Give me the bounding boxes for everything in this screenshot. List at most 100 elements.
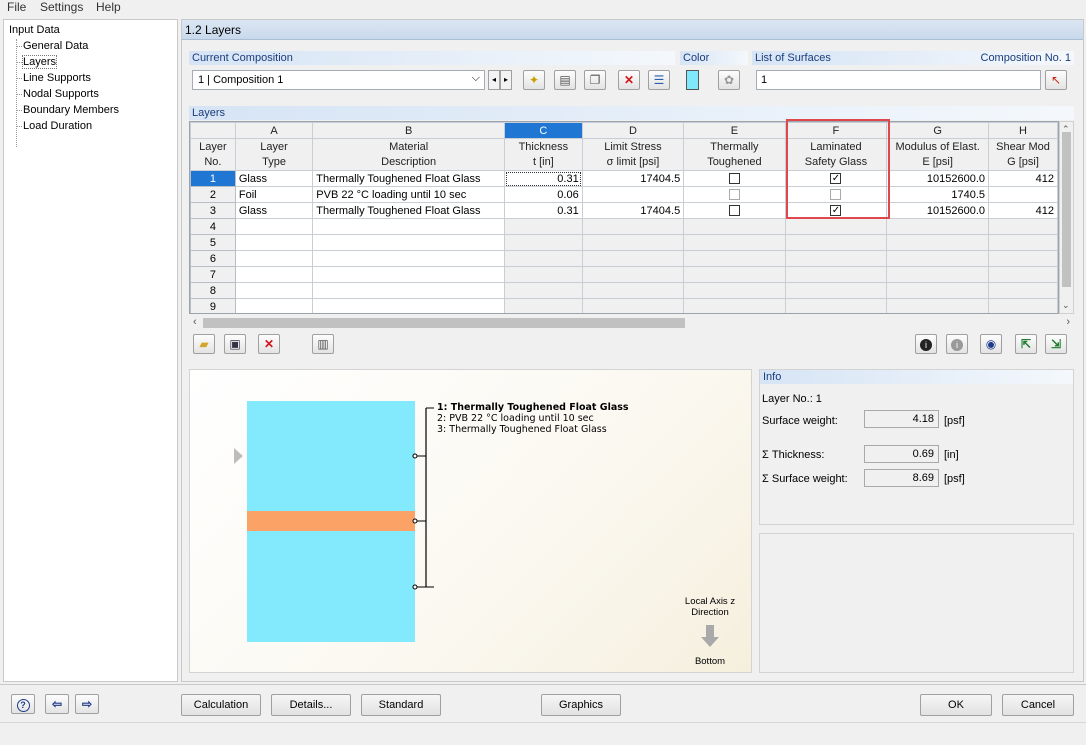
empty-cell[interactable] (784, 298, 888, 313)
scroll-down-icon[interactable]: ⌄ (1062, 300, 1070, 311)
empty-cell[interactable] (504, 218, 583, 235)
empty-cell[interactable] (886, 266, 990, 283)
row-number[interactable]: 3 (190, 202, 236, 219)
row-number[interactable]: 7 (190, 266, 236, 283)
pick-surfaces-button[interactable]: ↖ (1045, 70, 1067, 90)
empty-cell[interactable] (234, 234, 314, 251)
empty-cell[interactable] (886, 282, 990, 299)
ok-button[interactable]: OK (920, 694, 992, 716)
tree-item-load-duration[interactable]: Load Duration (23, 120, 92, 132)
cell-thickness[interactable]: 0.31 (504, 170, 583, 187)
empty-cell[interactable] (504, 266, 583, 283)
tree-item-layers[interactable]: Layers (21, 55, 58, 69)
empty-cell[interactable] (988, 234, 1058, 251)
empty-cell[interactable] (784, 234, 888, 251)
empty-cell[interactable] (581, 250, 685, 267)
scroll-thumb[interactable] (203, 318, 685, 328)
cell-shear-modulus[interactable]: 412 (988, 170, 1058, 187)
back-button[interactable]: ⇦ (45, 694, 69, 714)
previous-composition-button[interactable]: ◂ (488, 70, 500, 90)
row-number[interactable]: 8 (190, 282, 236, 299)
cell-laminated[interactable]: ✓ (784, 202, 888, 219)
empty-cell[interactable] (683, 282, 786, 299)
empty-cell[interactable] (886, 218, 990, 235)
col-letter-g[interactable]: G (886, 122, 990, 139)
table-row[interactable]: 9 (190, 298, 1058, 313)
empty-cell[interactable] (581, 282, 685, 299)
edit-composition-button[interactable]: ▤ (554, 70, 576, 90)
open-library-button[interactable]: ▰ (193, 334, 215, 354)
composition-select[interactable]: 1 | Composition 1 ⌵ (192, 70, 485, 90)
col-letter-a[interactable]: A (234, 122, 314, 139)
horizontal-scrollbar[interactable]: ‹ › (189, 315, 1074, 330)
vertical-scrollbar[interactable]: ⌃ ⌄ (1059, 121, 1074, 314)
surfaces-input[interactable]: 1 (756, 70, 1041, 90)
cell-limit-stress[interactable]: 17404.5 (581, 202, 685, 219)
laminated-checkbox[interactable]: ✓ (830, 173, 842, 185)
row-number[interactable]: 2 (190, 186, 236, 203)
cell-limit-stress[interactable]: 17404.5 (581, 170, 685, 187)
tree-item-nodal-supports[interactable]: Nodal Supports (23, 88, 99, 100)
tree-item-line-supports[interactable]: Line Supports (23, 72, 91, 84)
empty-cell[interactable] (886, 298, 990, 313)
empty-cell[interactable] (234, 218, 314, 235)
empty-cell[interactable] (234, 250, 314, 267)
col-letter-f[interactable]: F (784, 122, 888, 139)
copy-composition-button[interactable]: ❐ (584, 70, 606, 90)
empty-cell[interactable] (312, 234, 505, 251)
composition-list-button[interactable]: ☰ (648, 70, 670, 90)
standard-button[interactable]: Standard (361, 694, 441, 716)
col-letter-e[interactable]: E (683, 122, 786, 139)
table-row[interactable]: 3 Glass Thermally Toughened Float Glass … (190, 202, 1058, 219)
empty-cell[interactable] (312, 282, 505, 299)
cancel-button[interactable]: Cancel (1002, 694, 1074, 716)
empty-cell[interactable] (581, 234, 685, 251)
next-composition-button[interactable]: ▸ (500, 70, 512, 90)
scroll-thumb[interactable] (1062, 132, 1071, 287)
cell-thermally-toughened[interactable] (683, 202, 786, 219)
material-library-button[interactable]: ▥ (312, 334, 334, 354)
empty-cell[interactable] (784, 266, 888, 283)
row-number[interactable]: 6 (190, 250, 236, 267)
empty-cell[interactable] (504, 250, 583, 267)
table-row[interactable]: 6 (190, 250, 1058, 267)
row-number[interactable]: 5 (190, 234, 236, 251)
cell-laminated[interactable]: ✓ (784, 170, 888, 187)
col-letter-d[interactable]: D (581, 122, 685, 139)
new-composition-button[interactable]: ✦ (523, 70, 545, 90)
empty-cell[interactable] (581, 218, 685, 235)
help-button[interactable]: ? (11, 694, 35, 714)
empty-cell[interactable] (683, 218, 786, 235)
empty-cell[interactable] (234, 282, 314, 299)
table-row[interactable]: 5 (190, 234, 1058, 251)
cell-type[interactable]: Glass (234, 202, 314, 219)
laminated-checkbox[interactable]: ✓ (830, 205, 842, 217)
cell-material[interactable]: Thermally Toughened Float Glass (312, 170, 505, 187)
empty-cell[interactable] (988, 266, 1058, 283)
empty-cell[interactable] (312, 298, 505, 313)
cell-material[interactable]: PVB 22 °C loading until 10 sec (312, 186, 505, 203)
menu-settings[interactable]: Settings (40, 0, 83, 14)
cell-shear-modulus[interactable] (988, 186, 1058, 203)
empty-cell[interactable] (581, 266, 685, 283)
col-letter-h[interactable]: H (988, 122, 1058, 139)
empty-cell[interactable] (988, 298, 1058, 313)
cell-modulus[interactable]: 1740.5 (886, 186, 990, 203)
cell-modulus[interactable]: 10152600.0 (886, 202, 990, 219)
empty-cell[interactable] (784, 282, 888, 299)
color-palette-button[interactable]: ✿ (718, 70, 740, 90)
cell-thickness[interactable]: 0.31 (504, 202, 583, 219)
empty-cell[interactable] (504, 298, 583, 313)
tree-item-boundary-members[interactable]: Boundary Members (23, 104, 119, 116)
empty-cell[interactable] (234, 266, 314, 283)
empty-cell[interactable] (312, 266, 505, 283)
thermally-toughened-checkbox[interactable] (728, 173, 740, 185)
details-button[interactable]: Details... (271, 694, 351, 716)
empty-cell[interactable] (886, 234, 990, 251)
cell-thermally-toughened[interactable] (683, 170, 786, 187)
table-row[interactable]: 2 Foil PVB 22 °C loading until 10 sec 0.… (190, 186, 1058, 203)
row-number[interactable]: 1 (190, 170, 236, 187)
cell-thickness[interactable]: 0.06 (504, 186, 583, 203)
cell-type[interactable]: Foil (234, 186, 314, 203)
cell-type[interactable]: Glass (234, 170, 314, 187)
